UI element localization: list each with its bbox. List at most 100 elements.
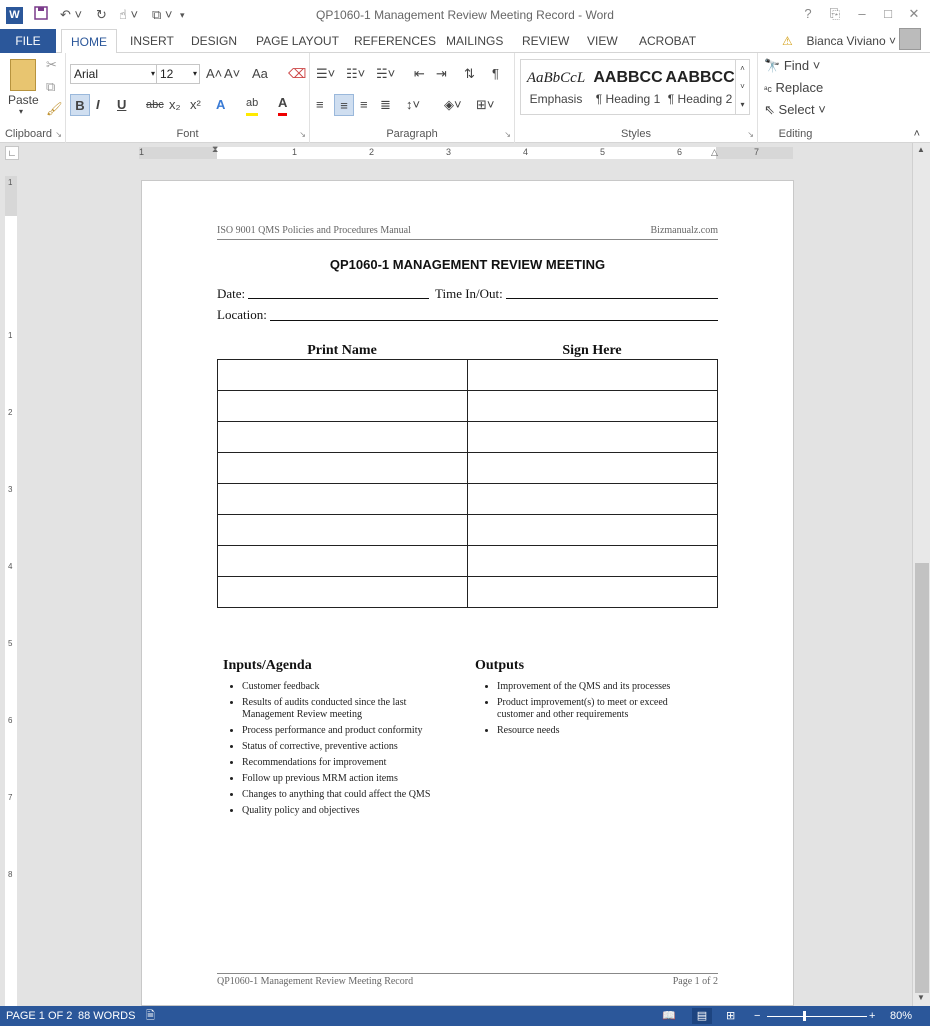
format-painter-icon[interactable]: 🖌 [46, 101, 63, 117]
scroll-up-icon[interactable]: ▲ [917, 145, 925, 154]
close-button[interactable]: ✕ [904, 6, 924, 22]
font-launcher-icon[interactable]: ↘ [299, 130, 306, 139]
tab-page-layout[interactable]: PAGE LAYOUT [256, 29, 339, 53]
help-button[interactable]: ? [798, 6, 818, 21]
minimize-button[interactable]: – [852, 6, 872, 21]
sign-here-cell[interactable] [467, 514, 718, 546]
print-name-cell[interactable] [217, 359, 468, 391]
vertical-ruler[interactable]: 1 1 2 3 4 5 6 7 8 [5, 176, 17, 1006]
replace-button[interactable]: ᵃc Replace [764, 77, 823, 99]
clipboard-launcher-icon[interactable]: ↘ [55, 130, 62, 139]
indent-marker-icon[interactable]: ⧗ [212, 144, 218, 155]
avatar[interactable] [899, 28, 921, 50]
align-right-icon[interactable]: ≡ [360, 94, 368, 116]
sign-here-cell[interactable] [467, 576, 718, 608]
justify-icon[interactable]: ≣ [380, 94, 391, 116]
font-family-select[interactable]: Arial ▾ [70, 64, 158, 84]
tab-file[interactable]: FILE [0, 29, 56, 53]
line-spacing-icon[interactable]: ↕˅ [406, 94, 420, 116]
increase-indent-icon[interactable]: ⇥ [436, 63, 447, 85]
select-button[interactable]: ⇖ Select ˅ [764, 99, 826, 121]
align-center-icon[interactable]: ≡ [334, 94, 354, 116]
print-name-cell[interactable] [217, 452, 468, 484]
print-name-cell[interactable] [217, 514, 468, 546]
bold-button[interactable]: B [70, 94, 90, 116]
paste-button[interactable]: Paste [8, 93, 39, 107]
sign-here-cell[interactable] [467, 483, 718, 515]
zoom-slider-track[interactable] [767, 1016, 867, 1017]
zoom-out-button[interactable]: − [754, 1006, 760, 1026]
style-emphasis[interactable]: AaBbCcL Emphasis [521, 60, 591, 114]
user-name[interactable]: Bianca Viviano ˅ [806, 29, 896, 53]
highlight-button[interactable]: ab [246, 94, 259, 116]
zoom-in-button[interactable]: + [869, 1006, 875, 1026]
sign-here-cell[interactable] [467, 390, 718, 422]
word-count[interactable]: 88 WORDS [78, 1006, 135, 1026]
tab-insert[interactable]: INSERT [130, 29, 174, 53]
right-indent-marker-icon[interactable]: △ [711, 147, 718, 158]
sign-here-cell[interactable] [467, 545, 718, 577]
print-name-cell[interactable] [217, 576, 468, 608]
paste-dropdown-icon[interactable]: ▾ [19, 107, 23, 116]
bullets-icon[interactable]: ☰˅ [316, 63, 335, 85]
multilevel-list-icon[interactable]: ☵˅ [376, 63, 395, 85]
tab-review[interactable]: REVIEW [522, 29, 569, 53]
ribbon-display-options-button[interactable]: ⎘ [825, 6, 845, 22]
strikethrough-button[interactable]: abc [146, 94, 164, 116]
tab-references[interactable]: REFERENCES [354, 29, 436, 53]
paste-icon[interactable] [10, 59, 36, 91]
tab-design[interactable]: DESIGN [191, 29, 237, 53]
page-count[interactable]: PAGE 1 OF 2 [6, 1006, 72, 1026]
scroll-thumb[interactable] [915, 563, 929, 993]
read-mode-icon[interactable]: 📖 [662, 1006, 676, 1026]
zoom-slider-handle[interactable] [803, 1011, 806, 1021]
tab-acrobat[interactable]: ACROBAT [639, 29, 696, 53]
sign-here-cell[interactable] [467, 421, 718, 453]
cut-icon[interactable]: ✂ [46, 57, 57, 73]
collapse-ribbon-icon[interactable]: ˄ [914, 128, 920, 140]
align-left-icon[interactable]: ≡ [316, 94, 324, 116]
tab-mailings[interactable]: MAILINGS [446, 29, 503, 53]
clear-formatting-icon[interactable]: ⌫ [288, 63, 306, 85]
text-effects-button[interactable]: A [216, 94, 225, 116]
print-name-cell[interactable] [217, 390, 468, 422]
tab-selector-icon[interactable]: ∟ [5, 146, 19, 160]
style-heading-2[interactable]: AABBCC ¶ Heading 2 [665, 60, 735, 114]
font-size-select[interactable]: 12 ▾ [156, 64, 200, 84]
horizontal-ruler[interactable]: 1 1 2 3 4 5 6 7 ⧗ △ [139, 144, 793, 159]
zoom-level[interactable]: 80% [890, 1006, 912, 1026]
print-name-cell[interactable] [217, 545, 468, 577]
location-line[interactable] [270, 320, 718, 321]
vertical-scrollbar[interactable]: ▲ ▼ [912, 143, 930, 1006]
print-name-cell[interactable] [217, 483, 468, 515]
maximize-button[interactable]: □ [878, 6, 898, 21]
decrease-indent-icon[interactable]: ⇤ [414, 63, 425, 85]
styles-launcher-icon[interactable]: ↘ [747, 130, 754, 139]
time-line[interactable] [506, 298, 718, 299]
find-button[interactable]: 🔭 Find ˅ [764, 55, 820, 77]
date-line[interactable] [248, 298, 429, 299]
print-name-cell[interactable] [217, 421, 468, 453]
tab-view[interactable]: VIEW [587, 29, 618, 53]
shading-icon[interactable]: ◈˅ [444, 94, 462, 116]
show-formatting-button[interactable]: ¶ [492, 63, 499, 85]
sign-here-cell[interactable] [467, 452, 718, 484]
scroll-down-icon[interactable]: ▼ [917, 993, 925, 1002]
numbering-icon[interactable]: ☷˅ [346, 63, 365, 85]
sign-here-cell[interactable] [467, 359, 718, 391]
style-heading-1[interactable]: AABBCC ¶ Heading 1 [593, 60, 663, 114]
underline-button[interactable]: U [117, 94, 126, 116]
italic-button[interactable]: I [96, 94, 100, 116]
borders-icon[interactable]: ⊞˅ [476, 94, 494, 116]
document-page[interactable]: ISO 9001 QMS Policies and Procedures Man… [141, 180, 794, 1006]
paragraph-launcher-icon[interactable]: ↘ [504, 130, 511, 139]
tab-home[interactable]: HOME [61, 29, 117, 54]
web-layout-icon[interactable]: ⊞ [726, 1006, 735, 1026]
font-color-button[interactable]: A [278, 94, 288, 116]
styles-scroll[interactable]: ˄ ˅ ▾ [735, 60, 749, 114]
shrink-font-button[interactable]: A˅ [224, 63, 240, 85]
sort-button[interactable]: ⇅ [464, 63, 475, 85]
grow-font-button[interactable]: A˄ [206, 63, 222, 85]
print-layout-icon[interactable]: ▤ [692, 1008, 712, 1024]
copy-format-icon[interactable]: ⧉ [46, 79, 55, 95]
